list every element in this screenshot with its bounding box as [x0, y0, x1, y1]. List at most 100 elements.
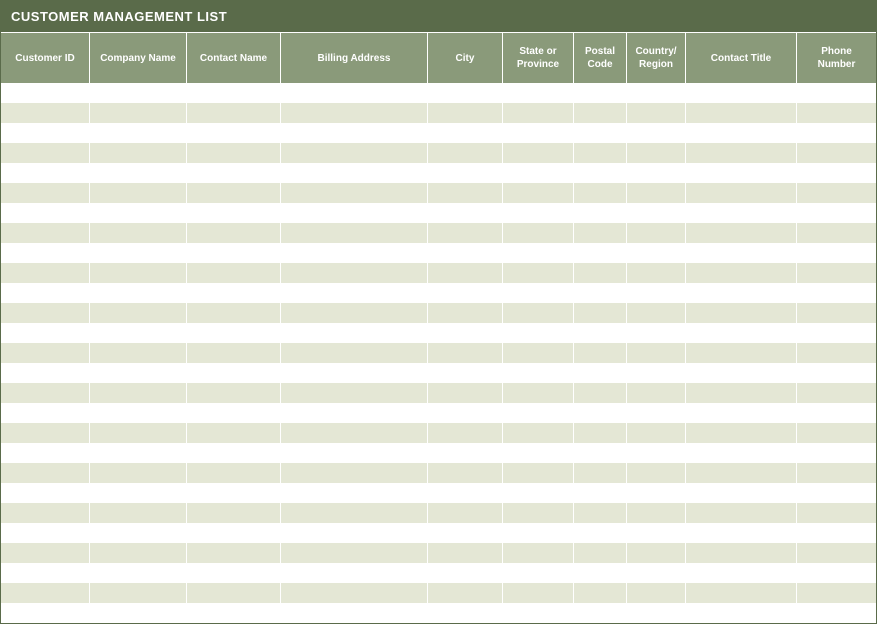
table-cell[interactable] [90, 543, 187, 563]
table-cell[interactable] [627, 83, 686, 103]
table-cell[interactable] [187, 443, 281, 463]
column-header-country-region[interactable]: Country/ Region [627, 33, 686, 83]
table-cell[interactable] [428, 83, 503, 103]
table-cell[interactable] [574, 463, 627, 483]
table-cell[interactable] [797, 223, 876, 243]
table-cell[interactable] [627, 143, 686, 163]
table-cell[interactable] [503, 503, 574, 523]
table-cell[interactable] [503, 203, 574, 223]
table-cell[interactable] [686, 323, 797, 343]
table-cell[interactable] [627, 483, 686, 503]
table-cell[interactable] [1, 263, 90, 283]
table-cell[interactable] [281, 403, 428, 423]
table-cell[interactable] [90, 223, 187, 243]
table-cell[interactable] [1, 443, 90, 463]
table-cell[interactable] [503, 223, 574, 243]
table-cell[interactable] [1, 603, 90, 623]
table-row[interactable] [1, 383, 876, 403]
table-cell[interactable] [627, 123, 686, 143]
table-cell[interactable] [686, 283, 797, 303]
table-row[interactable] [1, 203, 876, 223]
table-cell[interactable] [90, 163, 187, 183]
table-cell[interactable] [428, 603, 503, 623]
table-cell[interactable] [187, 383, 281, 403]
table-cell[interactable] [90, 123, 187, 143]
table-cell[interactable] [574, 223, 627, 243]
table-cell[interactable] [686, 403, 797, 423]
table-cell[interactable] [90, 583, 187, 603]
table-cell[interactable] [797, 603, 876, 623]
table-cell[interactable] [428, 543, 503, 563]
table-cell[interactable] [281, 543, 428, 563]
table-cell[interactable] [503, 283, 574, 303]
column-header-contact-name[interactable]: Contact Name [187, 33, 281, 83]
table-cell[interactable] [797, 243, 876, 263]
table-cell[interactable] [90, 143, 187, 163]
table-cell[interactable] [627, 543, 686, 563]
table-cell[interactable] [574, 343, 627, 363]
table-cell[interactable] [627, 463, 686, 483]
column-header-billing-address[interactable]: Billing Address [281, 33, 428, 83]
table-cell[interactable] [428, 263, 503, 283]
table-cell[interactable] [503, 403, 574, 423]
table-row[interactable] [1, 323, 876, 343]
table-cell[interactable] [281, 283, 428, 303]
table-cell[interactable] [574, 563, 627, 583]
table-cell[interactable] [428, 243, 503, 263]
table-cell[interactable] [797, 203, 876, 223]
table-cell[interactable] [187, 603, 281, 623]
table-cell[interactable] [574, 163, 627, 183]
table-cell[interactable] [428, 443, 503, 463]
table-cell[interactable] [281, 443, 428, 463]
table-row[interactable] [1, 543, 876, 563]
table-cell[interactable] [627, 363, 686, 383]
table-cell[interactable] [281, 583, 428, 603]
table-row[interactable] [1, 523, 876, 543]
table-cell[interactable] [90, 303, 187, 323]
table-cell[interactable] [574, 523, 627, 543]
table-cell[interactable] [90, 363, 187, 383]
table-cell[interactable] [281, 263, 428, 283]
table-cell[interactable] [187, 463, 281, 483]
table-row[interactable] [1, 283, 876, 303]
table-cell[interactable] [503, 383, 574, 403]
table-cell[interactable] [428, 103, 503, 123]
table-cell[interactable] [1, 503, 90, 523]
table-cell[interactable] [187, 303, 281, 323]
table-cell[interactable] [503, 483, 574, 503]
table-cell[interactable] [574, 363, 627, 383]
table-cell[interactable] [90, 323, 187, 343]
table-cell[interactable] [1, 523, 90, 543]
table-cell[interactable] [503, 163, 574, 183]
table-cell[interactable] [797, 143, 876, 163]
table-row[interactable] [1, 183, 876, 203]
table-cell[interactable] [281, 603, 428, 623]
table-row[interactable] [1, 163, 876, 183]
table-cell[interactable] [503, 83, 574, 103]
table-row[interactable] [1, 503, 876, 523]
column-header-state-province[interactable]: State or Province [503, 33, 574, 83]
table-cell[interactable] [574, 303, 627, 323]
table-cell[interactable] [797, 283, 876, 303]
table-cell[interactable] [503, 523, 574, 543]
table-cell[interactable] [428, 463, 503, 483]
table-cell[interactable] [281, 203, 428, 223]
table-cell[interactable] [281, 243, 428, 263]
table-cell[interactable] [627, 163, 686, 183]
column-header-customer-id[interactable]: Customer ID [1, 33, 90, 83]
table-cell[interactable] [90, 203, 187, 223]
table-cell[interactable] [627, 323, 686, 343]
table-cell[interactable] [90, 103, 187, 123]
table-cell[interactable] [686, 483, 797, 503]
table-cell[interactable] [503, 363, 574, 383]
table-cell[interactable] [503, 423, 574, 443]
table-cell[interactable] [574, 483, 627, 503]
table-cell[interactable] [281, 383, 428, 403]
table-cell[interactable] [187, 343, 281, 363]
table-cell[interactable] [428, 383, 503, 403]
table-cell[interactable] [90, 283, 187, 303]
table-cell[interactable] [1, 123, 90, 143]
table-cell[interactable] [797, 183, 876, 203]
table-cell[interactable] [1, 483, 90, 503]
table-row[interactable] [1, 583, 876, 603]
